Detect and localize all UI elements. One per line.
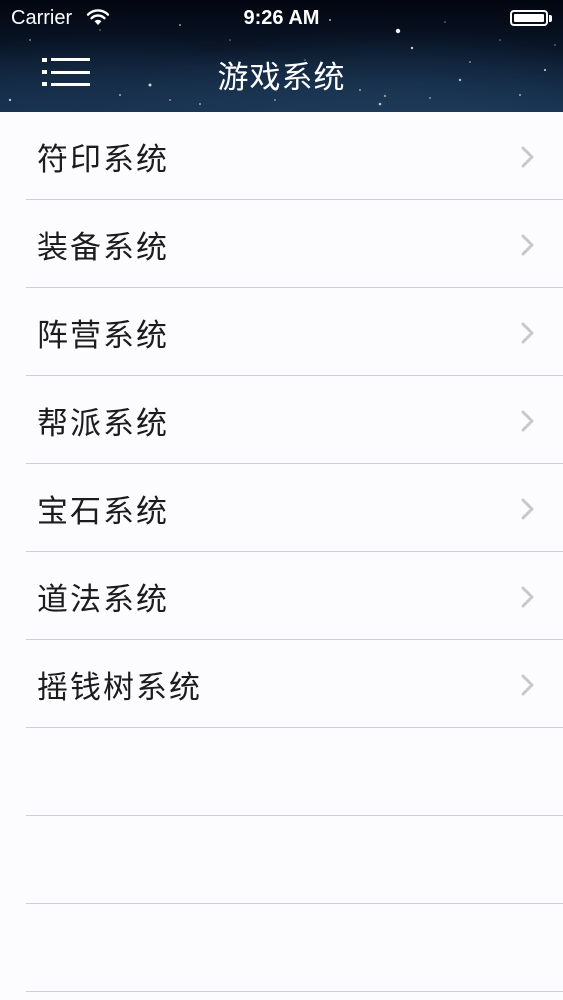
battery-level-fill [514,14,544,22]
page-title: 游戏系统 [217,60,346,96]
chevron-right-icon [521,410,534,432]
battery-icon [510,10,548,26]
status-time: 9:26 AM [243,7,320,29]
list-item-zhuangbei[interactable]: 装备系统 [0,200,563,288]
row-divider [26,991,563,992]
chevron-right-icon [521,234,534,256]
chevron-right-icon [521,498,534,520]
list-item-zhenying[interactable]: 阵营系统 [0,288,563,376]
list-item-label: 符印系统 [37,142,169,178]
list-item-label: 宝石系统 [37,494,169,530]
list-item-label: 道法系统 [37,582,169,618]
navigation-header: Carrier 9:26 AM 游戏系统 [0,0,563,112]
empty-row [0,728,563,816]
chevron-right-icon [521,586,534,608]
list-item-label: 阵营系统 [37,318,169,354]
empty-row [0,904,563,992]
chevron-right-icon [521,146,534,168]
list-item-fuyin[interactable]: 符印系统 [0,112,563,200]
battery-nub [549,15,552,22]
list-item-baoshi[interactable]: 宝石系统 [0,464,563,552]
list-item-label: 帮派系统 [37,406,169,442]
status-bar: Carrier 9:26 AM [0,0,563,38]
list-item-label: 装备系统 [37,230,169,266]
chevron-right-icon [521,674,534,696]
list-item-bangpai[interactable]: 帮派系统 [0,376,563,464]
list-item-label: 摇钱树系统 [37,670,202,706]
list-item-yaoqianshu[interactable]: 摇钱树系统 [0,640,563,728]
list-item-daofa[interactable]: 道法系统 [0,552,563,640]
game-system-list: 符印系统 装备系统 阵营系统 帮派系统 宝石系统 道法系统 摇钱树系统 [0,112,563,1000]
chevron-right-icon [521,322,534,344]
empty-row [0,816,563,904]
